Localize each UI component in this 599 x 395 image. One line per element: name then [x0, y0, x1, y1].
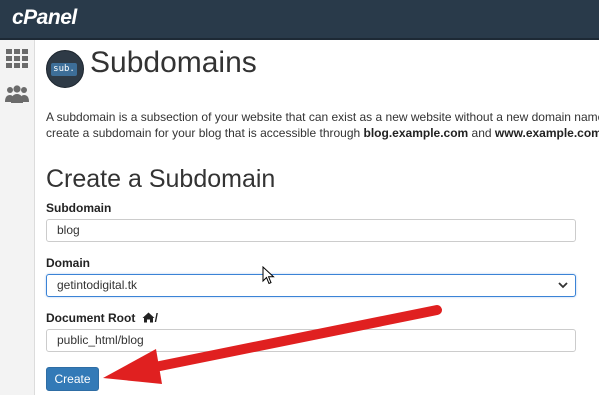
document-root-label: Document Root /: [46, 311, 159, 325]
main-content: sub. Subdomains A subdomain is a subsect…: [35, 40, 599, 395]
form-title: Create a Subdomain: [46, 165, 276, 193]
domain-select-value: getintodigital.tk: [57, 278, 138, 292]
mouse-cursor-icon: [262, 266, 275, 285]
home-icon: [142, 312, 155, 323]
users-icon[interactable]: [5, 82, 29, 106]
subdomain-label: Subdomain: [46, 201, 112, 215]
example-subdomain: blog.example.com: [363, 126, 469, 140]
grid-icon[interactable]: [5, 46, 29, 70]
chevron-down-icon: [558, 282, 568, 289]
page-description: A subdomain is a subsection of your webs…: [46, 109, 599, 141]
description-line-2: create a subdomain for your blog that is…: [46, 125, 599, 141]
top-navbar: cPanel: [0, 0, 599, 40]
subdomains-app-icon-label: sub.: [51, 63, 77, 76]
domain-label: Domain: [46, 256, 91, 270]
document-root-input[interactable]: public_html/blog: [46, 329, 576, 352]
sidebar: [0, 40, 35, 395]
page-title: Subdomains: [90, 46, 257, 79]
cpanel-logo[interactable]: cPanel: [12, 6, 77, 30]
subdomains-app-icon: sub.: [46, 50, 84, 88]
create-button[interactable]: Create: [46, 367, 99, 391]
description-line-1: A subdomain is a subsection of your webs…: [46, 110, 599, 124]
subdomain-input[interactable]: blog: [46, 219, 576, 242]
example-subfolder: www.example.com/blog: [494, 126, 599, 140]
domain-select[interactable]: getintodigital.tk: [46, 274, 576, 297]
